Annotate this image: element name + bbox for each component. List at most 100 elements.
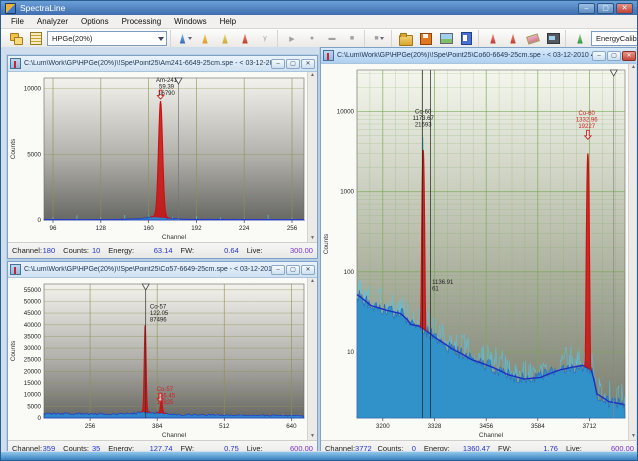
live-value: 600.00 xyxy=(582,444,634,451)
calibration-mode-icon xyxy=(576,34,585,44)
spectrum-chart-am241[interactable]: Am-24159.3916790961281601922242560500010… xyxy=(8,72,307,242)
window-titlebar[interactable]: C:\Lum\Work\GP\HPGe(20%)\!Spe\Point25\Am… xyxy=(8,56,317,72)
svg-text:5000: 5000 xyxy=(27,151,41,158)
mark-peak-icon xyxy=(489,34,498,44)
scroll-down-arrow[interactable]: ▼ xyxy=(310,235,315,242)
fw-label: FW: xyxy=(181,246,195,255)
close-button[interactable]: ✕ xyxy=(622,51,636,61)
peak-area-icon xyxy=(509,34,518,44)
nuclide-id-button[interactable] xyxy=(236,31,254,46)
maximize-button[interactable]: ▢ xyxy=(286,265,300,275)
efficiency-button[interactable] xyxy=(216,31,234,46)
svg-text:1000: 1000 xyxy=(340,189,354,196)
calibration-peak-icon xyxy=(201,34,210,44)
record-button[interactable]: ● xyxy=(303,31,321,46)
peak-search-icon xyxy=(178,34,187,44)
close-button[interactable]: ✕ xyxy=(301,59,315,69)
window-titlebar[interactable]: C:\Lum\Work\GP\HPGe(20%)\!Spe\Point25\Co… xyxy=(8,262,317,278)
mark-peak-button[interactable] xyxy=(484,31,502,46)
energy-label: Energy: xyxy=(424,444,450,451)
scroll-up-arrow[interactable]: ▲ xyxy=(310,72,315,79)
vertical-scrollbar[interactable]: ▲ ▼ xyxy=(628,64,636,440)
image-icon xyxy=(440,33,453,44)
svg-text:192: 192 xyxy=(191,225,202,232)
channel-label: Channel: xyxy=(12,444,42,451)
minimize-button[interactable]: – xyxy=(271,265,285,275)
svg-text:20000: 20000 xyxy=(24,368,42,375)
peak-search-button[interactable] xyxy=(176,31,194,46)
svg-text:Counts: Counts xyxy=(10,340,17,361)
minimize-button[interactable]: – xyxy=(578,3,595,14)
stop-all-button[interactable]: ■ xyxy=(370,31,388,46)
counts-label: Counts: xyxy=(378,444,404,451)
scroll-down-arrow[interactable]: ▼ xyxy=(310,433,315,440)
display-options-button[interactable] xyxy=(544,31,562,46)
menu-options[interactable]: Options xyxy=(75,16,115,27)
spectrum-chart-co57[interactable]: Co-57122.0587496Co-57136.451082525638451… xyxy=(8,278,307,440)
nuclide-flag-icon xyxy=(241,34,250,44)
detector-combo[interactable]: HPGe(20%) xyxy=(47,31,167,46)
open-folder-icon xyxy=(399,35,413,46)
pause-button[interactable]: ▬ xyxy=(323,31,341,46)
svg-text:128: 128 xyxy=(96,225,107,232)
maximize-button[interactable]: ▢ xyxy=(286,59,300,69)
live-value: 300.00 xyxy=(263,246,313,255)
close-button[interactable]: ✕ xyxy=(301,265,315,275)
clear-markers-button[interactable] xyxy=(524,31,542,46)
close-button[interactable]: ✕ xyxy=(616,3,633,14)
svg-text:35000: 35000 xyxy=(24,333,42,340)
clipboard-icon xyxy=(461,32,472,45)
svg-text:160: 160 xyxy=(143,225,154,232)
mdi-area: C:\Lum\Work\GP\HPGe(20%)\!Spe\Point25\Am… xyxy=(2,47,636,451)
live-label: Live: xyxy=(247,246,263,255)
open-spectrum-button[interactable] xyxy=(397,31,415,46)
copy-button[interactable] xyxy=(457,31,475,46)
calibration-peak-button[interactable] xyxy=(196,31,214,46)
maximize-button[interactable]: ▢ xyxy=(607,51,621,61)
menu-help[interactable]: Help xyxy=(214,16,242,27)
fw-value: 1.76 xyxy=(512,444,566,451)
scroll-up-arrow[interactable]: ▲ xyxy=(310,278,315,285)
svg-text:50000: 50000 xyxy=(24,299,42,306)
peak-area-button[interactable] xyxy=(504,31,522,46)
vertical-scrollbar[interactable]: ▲ ▼ xyxy=(307,72,317,242)
fw-label: FW: xyxy=(181,444,195,451)
scroll-down-arrow[interactable]: ▼ xyxy=(631,433,636,440)
menu-processing[interactable]: Processing xyxy=(116,16,168,27)
svg-text:224: 224 xyxy=(239,225,250,232)
main-titlebar[interactable]: SpectraLine – ▢ ✕ xyxy=(1,1,637,15)
maximize-button[interactable]: ▢ xyxy=(597,3,614,14)
stop-button[interactable]: ■ xyxy=(343,31,361,46)
app-title: SpectraLine xyxy=(20,3,578,13)
minimize-button[interactable]: – xyxy=(271,59,285,69)
window-bottom-border xyxy=(1,452,637,460)
menu-analyzer[interactable]: Analyzer xyxy=(31,16,74,27)
calibration-combo[interactable]: EnergyCalibration xyxy=(591,31,638,46)
spectrum-file-icon xyxy=(323,50,334,61)
spectra-list-button[interactable] xyxy=(27,31,45,46)
svg-text:Co-601332.9619227: Co-601332.9619227 xyxy=(576,111,598,130)
menu-file[interactable]: File xyxy=(5,16,30,27)
detector-config-button[interactable] xyxy=(7,31,25,46)
save-spectrum-button[interactable] xyxy=(417,31,435,46)
svg-text:Co-57122.0587496: Co-57122.0587496 xyxy=(150,305,169,324)
svg-text:Co-601173.6721693: Co-601173.6721693 xyxy=(413,109,435,128)
minimize-button[interactable]: – xyxy=(592,51,606,61)
svg-text:10000: 10000 xyxy=(337,109,355,116)
fw-value: 0.75 xyxy=(194,444,247,451)
calibration-mode-button[interactable] xyxy=(571,31,589,46)
spectrum-window-co60: C:\Lum\Work\GP\HPGe(20%)\!Spe\Point25\Co… xyxy=(320,47,636,451)
window-titlebar[interactable]: C:\Lum\Work\GP\HPGe(20%)\!Spe\Point25\Co… xyxy=(321,48,636,64)
spectrum-chart-co60[interactable]: Co-601173.6721693Co-601332.96192271136.9… xyxy=(321,64,628,440)
gamma-analysis-button[interactable]: γ xyxy=(256,31,274,46)
stop-icon: ■ xyxy=(374,35,378,42)
scroll-up-arrow[interactable]: ▲ xyxy=(631,64,636,71)
export-image-button[interactable] xyxy=(437,31,455,46)
list-icon xyxy=(30,32,42,45)
chevron-down-icon xyxy=(380,37,384,40)
menu-windows[interactable]: Windows xyxy=(168,16,212,27)
vertical-scrollbar[interactable]: ▲ ▼ xyxy=(307,278,317,440)
counts-value: 35 xyxy=(89,444,108,451)
start-acquisition-button[interactable]: ▶ xyxy=(283,31,301,46)
svg-text:3328: 3328 xyxy=(428,423,442,430)
